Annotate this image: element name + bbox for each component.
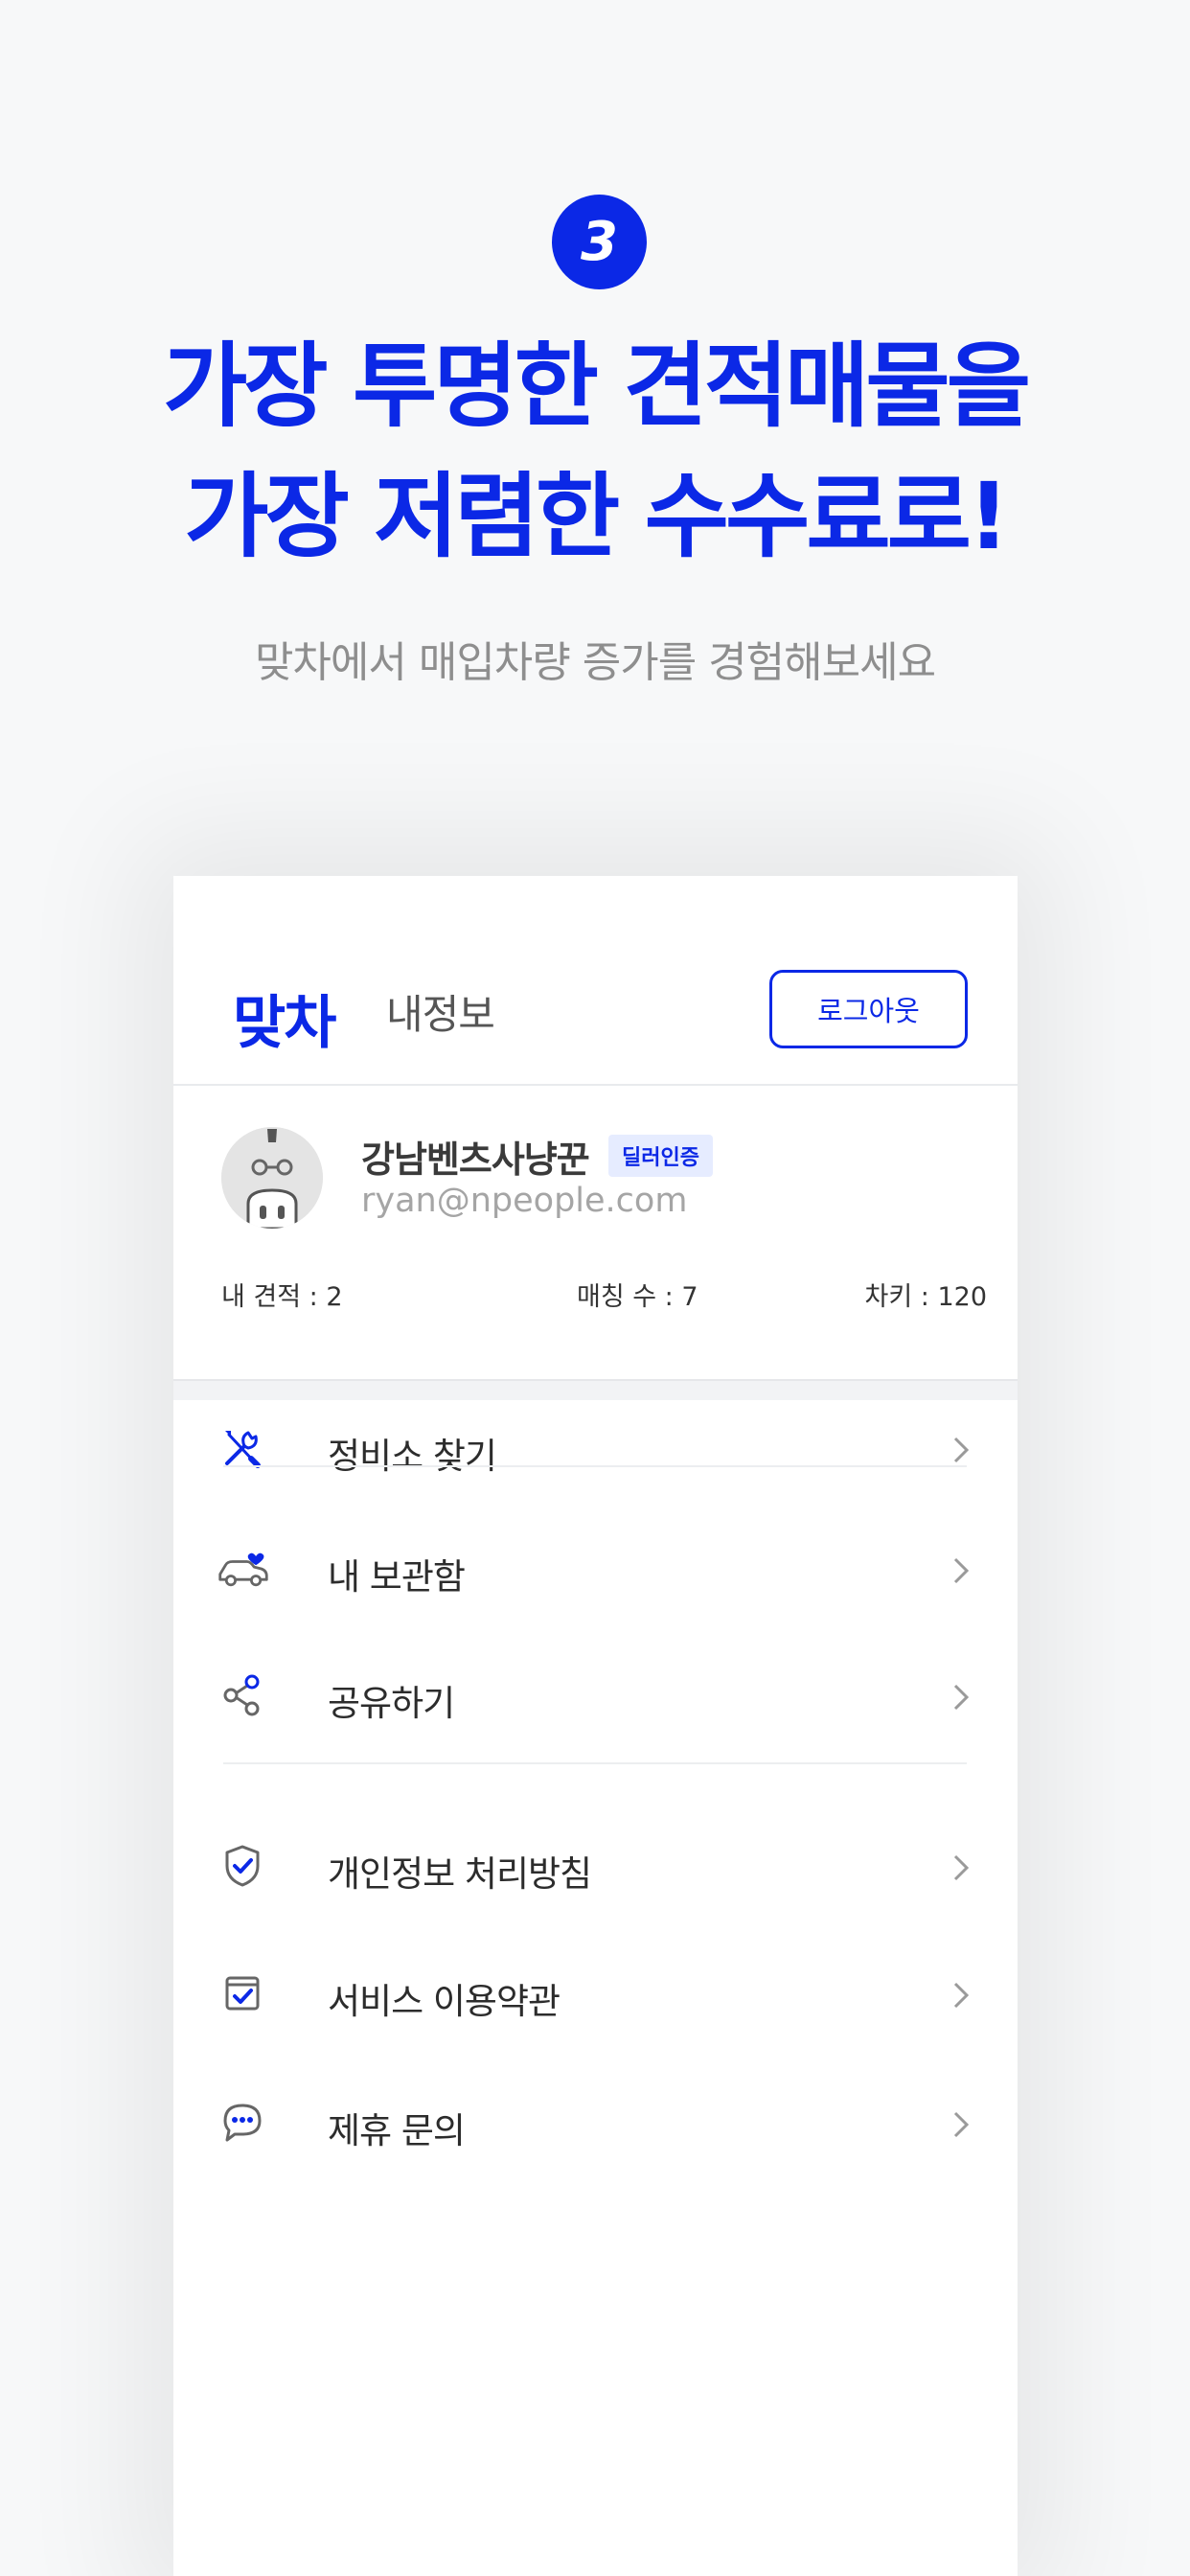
promo-subheadline: 맞차에서 매입차량 증가를 경험해보세요 <box>254 638 936 687</box>
chat-bubble-icon <box>223 2104 262 2142</box>
step-number-badge: 3 <box>552 195 647 289</box>
wrench-screwdriver-icon <box>225 1431 261 1468</box>
stat-estimates: 내 견적 : 2 <box>221 1282 343 1312</box>
chevron-right-icon <box>953 1557 970 1584</box>
headline-line-2: 가장 저렴한 수수료로! <box>184 463 1010 570</box>
menu-label: 제휴 문의 <box>328 2110 466 2151</box>
stat-car-keys: 차키 : 120 <box>864 1282 987 1312</box>
user-stats: 내 견적 : 2 매칭 수 : 7 차키 : 120 <box>221 1276 987 1312</box>
chevron-right-icon <box>953 1854 970 1881</box>
chevron-right-icon <box>953 1437 970 1463</box>
menu-label: 내 보관함 <box>328 1556 466 1598</box>
menu-label: 개인정보 처리방침 <box>328 1853 592 1895</box>
dealer-verified-badge: 딜러인증 <box>608 1135 713 1177</box>
avatar-character-icon <box>221 1127 323 1229</box>
menu-item-share[interactable]: 공유하기 <box>173 1645 1018 1760</box>
menu-label: 정비소 찾기 <box>328 1436 497 1477</box>
logout-button[interactable]: 로그아웃 <box>769 970 968 1048</box>
menu-item-repair-shop[interactable]: 정비소 찾기 <box>173 1398 1018 1513</box>
car-heart-icon <box>218 1552 268 1587</box>
share-icon <box>223 1674 260 1716</box>
menu-item-privacy-policy[interactable]: 개인정보 처리방침 <box>173 1816 1018 1931</box>
avatar <box>221 1127 323 1229</box>
menu-item-partnership-inquiry[interactable]: 제휴 문의 <box>173 2073 1018 2188</box>
page-title: 내정보 <box>386 991 495 1038</box>
promo-headline: 가장 투명한 견적매물을 가장 저렴한 수수료로! <box>0 321 1190 582</box>
app-logo: 맞차 <box>233 990 336 1057</box>
menu-label: 공유하기 <box>328 1683 455 1724</box>
promo-page: 3 가장 투명한 견적매물을 가장 저렴한 수수료로! 맞차에서 매입차량 증가… <box>0 0 1190 2576</box>
section-divider <box>173 1379 1018 1400</box>
checkbox-icon <box>225 1976 260 2011</box>
app-screen: 맞차 내정보 로그아웃 강남벤츠사냥꾼 딜러인증 ryan@npeople.co… <box>173 876 1018 2576</box>
menu-divider <box>223 1465 967 1467</box>
stat-matches: 매칭 수 : 7 <box>577 1282 698 1312</box>
menu-label: 서비스 이용약관 <box>328 1981 561 2022</box>
user-email: ryan@npeople.com <box>361 1182 688 1220</box>
menu-item-terms-of-service[interactable]: 서비스 이용약관 <box>173 1944 1018 2058</box>
chevron-right-icon <box>953 1982 970 2009</box>
chevron-right-icon <box>953 2111 970 2138</box>
menu-divider <box>223 1762 967 1764</box>
headline-line-1: 가장 투명한 견적매물을 <box>162 333 1031 440</box>
shield-check-icon <box>225 1845 260 1887</box>
app-header: 맞차 내정보 로그아웃 <box>173 876 1018 1086</box>
profile-section: 강남벤츠사냥꾼 딜러인증 ryan@npeople.com 내 견적 : 2 매… <box>173 1086 1018 1312</box>
menu-item-storage[interactable]: 내 보관함 <box>173 1519 1018 1634</box>
user-name: 강남벤츠사냥꾼 <box>361 1138 590 1181</box>
chevron-right-icon <box>953 1684 970 1711</box>
